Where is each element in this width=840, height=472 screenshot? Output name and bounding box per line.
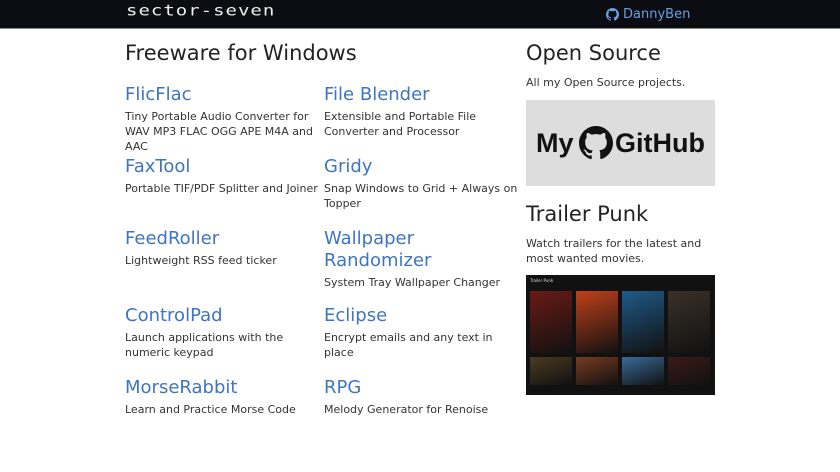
app-link[interactable]: Eclipse bbox=[324, 305, 519, 327]
app-desc: Launch applications with the numeric key… bbox=[125, 331, 284, 359]
poster-grid bbox=[526, 287, 715, 385]
app-desc: Lightweight RSS feed ticker bbox=[125, 254, 277, 267]
app-item: Wallpaper Randomizer System Tray Wallpape… bbox=[324, 228, 500, 290]
app-item: File Blender Extensible and Portable File… bbox=[324, 84, 519, 139]
movie-poster bbox=[668, 357, 710, 385]
app-link[interactable]: MorseRabbit bbox=[125, 377, 320, 399]
movie-poster bbox=[576, 291, 618, 353]
app-desc: Extensible and Portable File Converter a… bbox=[324, 110, 477, 138]
app-item: Eclipse Encrypt emails and any text in pl… bbox=[324, 305, 519, 360]
app-link[interactable]: Gridy bbox=[324, 156, 519, 178]
app-desc: Encrypt emails and any text in place bbox=[324, 331, 493, 359]
movie-poster bbox=[530, 357, 572, 385]
app-link[interactable]: Wallpaper Randomizer bbox=[324, 228, 474, 272]
app-link[interactable]: RPG bbox=[324, 377, 519, 399]
app-link[interactable]: File Blender bbox=[324, 84, 519, 106]
movie-poster bbox=[530, 291, 572, 353]
movie-poster bbox=[622, 357, 664, 385]
movie-poster bbox=[668, 291, 710, 353]
app-link[interactable]: ControlPad bbox=[125, 305, 320, 327]
user-name: DannyBen bbox=[623, 7, 691, 22]
navbar: sector-seven DannyBen bbox=[0, 0, 840, 29]
github-banner-text: My GitHub bbox=[536, 127, 705, 158]
github-octocat-icon bbox=[579, 125, 613, 159]
app-link[interactable]: FaxTool bbox=[125, 156, 320, 178]
site-logo[interactable]: sector-seven bbox=[126, 2, 275, 20]
app-desc: Portable TIF/PDF Splitter and Joiner bbox=[125, 182, 318, 195]
app-item: FlicFlac Tiny Portable Audio Converter fo… bbox=[125, 84, 320, 154]
open-source-desc: All my Open Source projects. bbox=[526, 76, 686, 89]
app-desc: System Tray Wallpaper Changer bbox=[324, 276, 501, 289]
app-item: FeedRoller Lightweight RSS feed ticker bbox=[125, 228, 320, 268]
trailer-punk-bar: Trailer Punk bbox=[530, 278, 554, 283]
github-banner[interactable]: My GitHub bbox=[526, 100, 715, 186]
trailer-punk-desc: Watch trailers for the latest and most w… bbox=[526, 237, 702, 265]
open-source-title: Open Source bbox=[526, 41, 661, 65]
app-item: FaxTool Portable TIF/PDF Splitter and Joi… bbox=[125, 156, 320, 196]
movie-poster bbox=[622, 291, 664, 353]
github-user-link[interactable]: DannyBen bbox=[606, 7, 690, 22]
app-desc: Melody Generator for Renoise bbox=[324, 403, 489, 416]
app-item: RPG Melody Generator for Renoise bbox=[324, 377, 519, 417]
github-banner-content: My GitHub bbox=[536, 125, 705, 159]
app-desc: Tiny Portable Audio Converter for WAV MP… bbox=[125, 110, 313, 153]
app-link[interactable]: FlicFlac bbox=[125, 84, 320, 106]
trailer-punk-screenshot[interactable]: Trailer Punk bbox=[526, 275, 715, 395]
app-desc: Learn and Practice Morse Code bbox=[125, 403, 296, 416]
app-link[interactable]: FeedRoller bbox=[125, 228, 320, 250]
trailer-punk-title: Trailer Punk bbox=[526, 202, 649, 226]
github-icon bbox=[606, 8, 619, 21]
app-item: ControlPad Launch applications with the n… bbox=[125, 305, 320, 360]
app-item: Gridy Snap Windows to Grid + Always on To… bbox=[324, 156, 519, 211]
movie-poster bbox=[576, 357, 618, 385]
page-title: Freeware for Windows bbox=[125, 41, 357, 65]
app-desc: Snap Windows to Grid + Always on Topper bbox=[324, 182, 518, 210]
app-item: MorseRabbit Learn and Practice Morse Code bbox=[125, 377, 320, 417]
